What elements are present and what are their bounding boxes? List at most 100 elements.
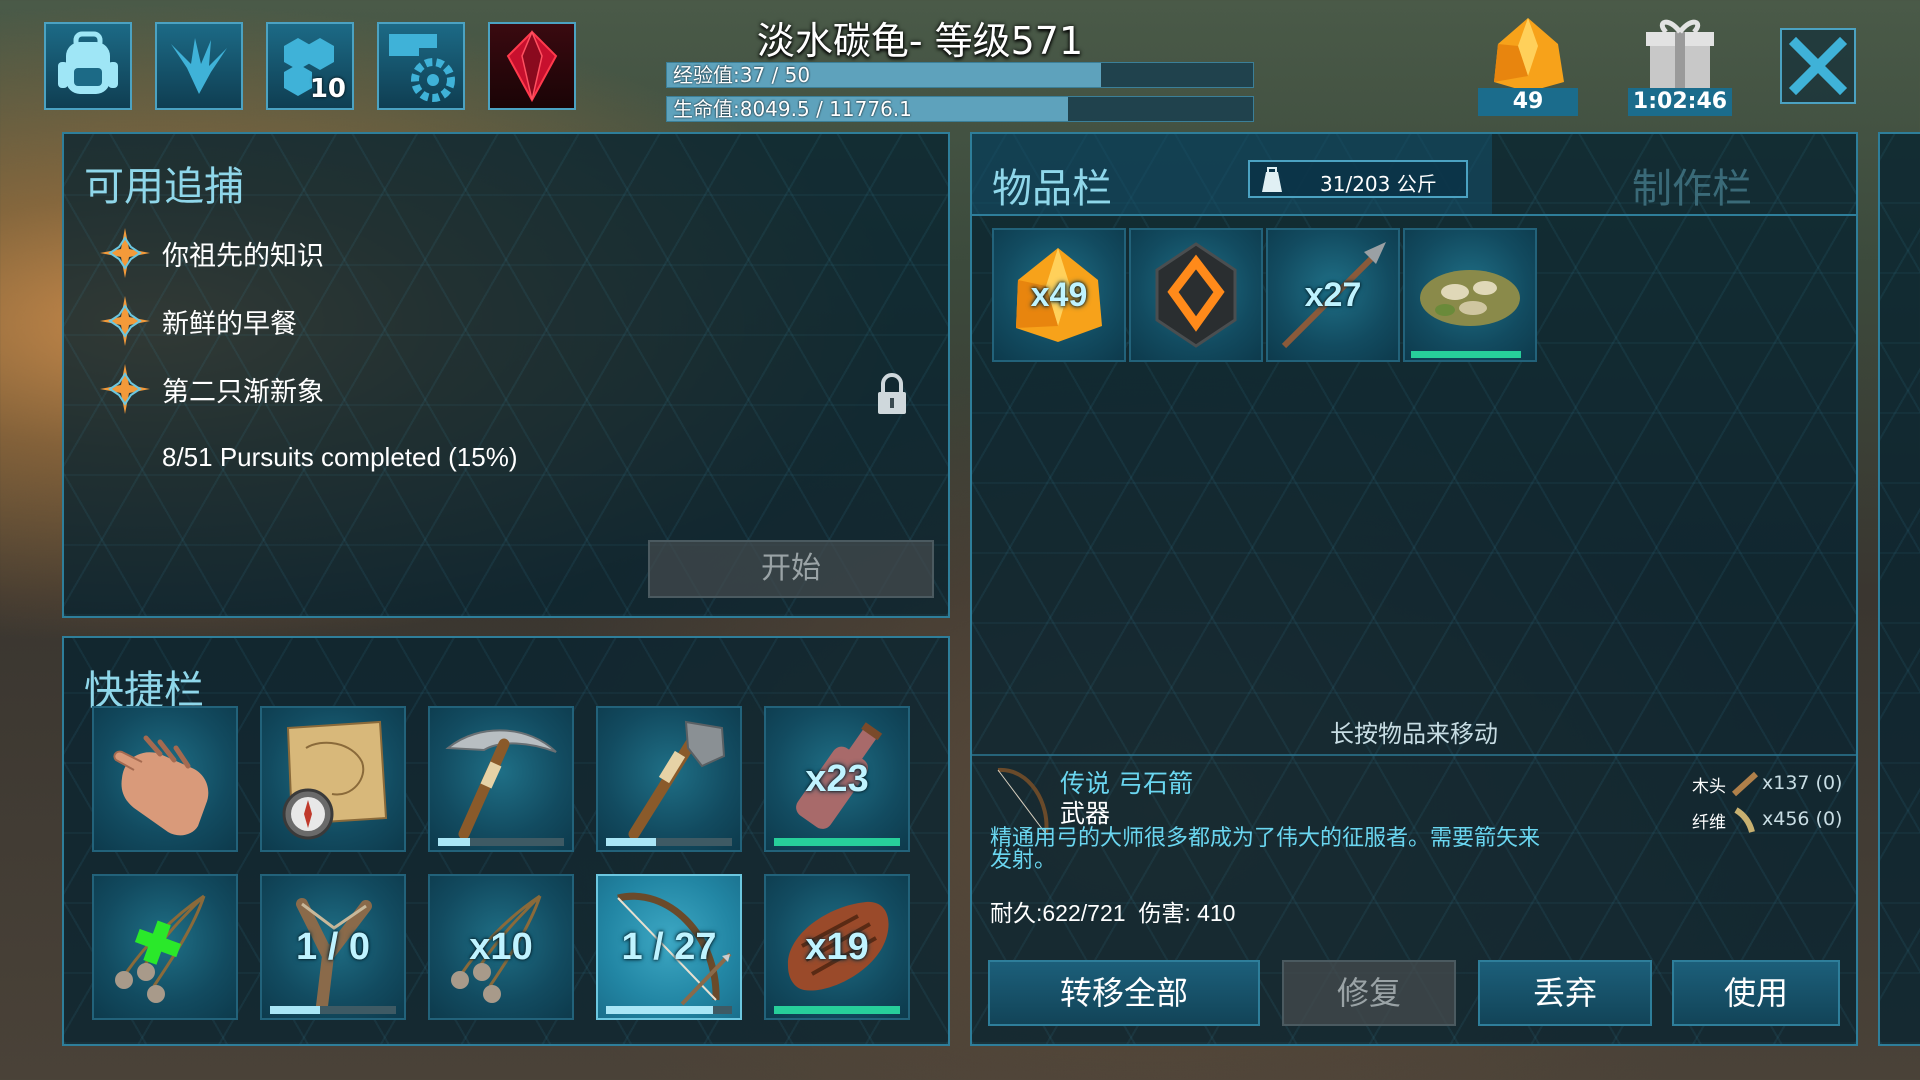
detail-divider — [972, 754, 1856, 756]
inventory-slot-2[interactable] — [1129, 228, 1263, 362]
gear-icon — [389, 34, 455, 102]
item-quantity: x49 — [1030, 276, 1088, 314]
health-text: 生命值:8049.5 / 11776.1 — [673, 97, 912, 121]
weight-icon — [1262, 167, 1282, 192]
move-hint: 长按物品来移动 — [1330, 720, 1498, 748]
drop-button[interactable]: 丢弃 — [1478, 960, 1652, 1026]
creature-title: 淡水碳龟- 等级571 — [756, 19, 1084, 63]
hotbar-panel: 快捷栏 x23 1 / 0 x10 1 / 27 x19 — [62, 636, 950, 1046]
hand-icon — [113, 735, 209, 836]
inventory-slot-4[interactable] — [1403, 228, 1537, 362]
crafting-tab[interactable]: 制作栏 — [1632, 156, 1752, 214]
close-icon — [1788, 36, 1848, 96]
inventory-title: 物品栏 — [992, 166, 1112, 212]
weight-indicator: 31/203 公斤 — [1248, 160, 1468, 198]
durability-bar — [438, 838, 564, 846]
element-crystal-icon — [506, 30, 558, 103]
compass-star-icon — [100, 364, 150, 414]
pursuit-item[interactable]: 你祖先的知识 — [98, 228, 324, 278]
inventory-panel: 物品栏 31/203 公斤 制作栏 x49 x27 长按物品来移动 传说 弓石箭… — [970, 132, 1858, 1046]
material-name: 纤维 — [1692, 813, 1726, 833]
element-tab-button[interactable] — [488, 22, 576, 110]
map-compass-icon — [282, 720, 388, 840]
material-name: 木头 — [1692, 777, 1726, 797]
durability-label: 耐久: — [990, 900, 1043, 926]
health-bar: 生命值:8049.5 / 11776.1 — [666, 96, 1254, 122]
hotbar-slot-9[interactable]: 1 / 27 — [596, 874, 742, 1020]
item-quantity: x10 — [469, 926, 533, 968]
kibble-icon — [1420, 270, 1520, 326]
pursuit-label: 第二只渐新象 — [162, 376, 324, 408]
settings-tab-button[interactable] — [377, 22, 465, 110]
backpack-icon — [58, 31, 118, 94]
item-type: 武器 — [1060, 799, 1111, 828]
emblem-icon — [1155, 242, 1237, 348]
wood-icon — [1731, 771, 1759, 797]
item-quantity: 1 / 0 — [296, 926, 370, 968]
use-button[interactable]: 使用 — [1672, 960, 1840, 1026]
amber-count: 49 — [1478, 88, 1578, 116]
item-stats: 耐久:622/721 伤害: 410 — [990, 894, 1235, 928]
pursuit-label: 你祖先的知识 — [162, 240, 324, 272]
item-quantity: x27 — [1304, 276, 1362, 314]
compass-star-icon — [100, 296, 150, 346]
amber-counter[interactable]: 49 — [1478, 14, 1578, 116]
hotbar-slot-3[interactable] — [428, 706, 574, 852]
durability-bar — [606, 1006, 732, 1014]
durability-bar — [1411, 351, 1521, 358]
close-button[interactable] — [1780, 28, 1856, 104]
inventory-slot-3[interactable]: x27 — [1266, 228, 1400, 362]
hotbar-slot-10[interactable]: x19 — [764, 874, 910, 1020]
side-panel-partial — [1878, 132, 1920, 1046]
damage-label: 伤害: — [1138, 900, 1191, 926]
transfer-all-button[interactable]: 转移全部 — [988, 960, 1260, 1026]
lock-icon — [878, 373, 906, 414]
start-button[interactable]: 开始 — [648, 540, 934, 598]
item-quantity: 1 / 27 — [621, 926, 717, 968]
amber-icon — [1494, 18, 1564, 92]
tab-divider — [972, 214, 1856, 216]
tame-tab-button[interactable] — [155, 22, 243, 110]
hotbar-slot-1[interactable] — [92, 706, 238, 852]
hotbar-slot-5[interactable]: x23 — [764, 706, 910, 852]
hotbar-slot-6[interactable] — [92, 874, 238, 1020]
item-quantity: x19 — [805, 926, 869, 968]
item-quantity: x23 — [805, 758, 869, 800]
pursuits-title: 可用追捕 — [84, 164, 244, 210]
fiber-icon — [1734, 807, 1755, 833]
pursuit-item[interactable]: 第二只渐新象 — [98, 364, 324, 414]
xp-text: 经验值:37 / 50 — [673, 63, 811, 87]
gift-timer[interactable]: 1:02:46 — [1628, 14, 1732, 116]
weight-text: 31/203 公斤 — [1320, 172, 1437, 196]
xp-bar: 经验值:37 / 50 — [666, 62, 1254, 88]
inventory-tab-button[interactable] — [44, 22, 132, 110]
material-row: 纤维 x456 (0) — [1692, 806, 1842, 834]
inventory-slot-1[interactable]: x49 — [992, 228, 1126, 362]
pursuit-item[interactable]: 新鲜的早餐 — [98, 296, 297, 346]
bola-green-icon — [115, 894, 206, 1003]
durability-value: 622/721 — [1042, 900, 1126, 926]
gift-timer-text: 1:02:46 — [1628, 88, 1732, 116]
material-amount: x137 (0) — [1762, 772, 1843, 794]
engrams-tab-button[interactable]: 10 — [266, 22, 354, 110]
gift-icon — [1646, 19, 1714, 90]
hotbar-slot-7[interactable]: 1 / 0 — [260, 874, 406, 1020]
material-amount: x456 (0) — [1762, 808, 1843, 830]
hotbar-slot-4[interactable] — [596, 706, 742, 852]
pursuit-label: 新鲜的早餐 — [162, 308, 297, 340]
dino-footprint-icon — [171, 38, 227, 94]
repair-button[interactable]: 修复 — [1282, 960, 1456, 1026]
durability-bar — [606, 838, 732, 846]
compass-star-icon — [100, 228, 150, 278]
durability-bar — [774, 838, 900, 846]
stone-pick-icon — [445, 729, 557, 840]
stone-hatchet-icon — [628, 720, 726, 840]
damage-value: 410 — [1197, 900, 1236, 926]
pursuits-panel: 可用追捕 你祖先的知识 新鲜的早餐 第二只渐新象 8/51 Pursuits c… — [62, 132, 950, 618]
item-description: 精通用弓的大师很多都成为了伟大的征服者。需要箭矢来发射。 — [990, 826, 1541, 873]
engram-points-badge: 10 — [309, 74, 346, 104]
durability-bar — [270, 1006, 396, 1014]
durability-bar — [774, 1006, 900, 1014]
hotbar-slot-2[interactable] — [260, 706, 406, 852]
hotbar-slot-8[interactable]: x10 — [428, 874, 574, 1020]
